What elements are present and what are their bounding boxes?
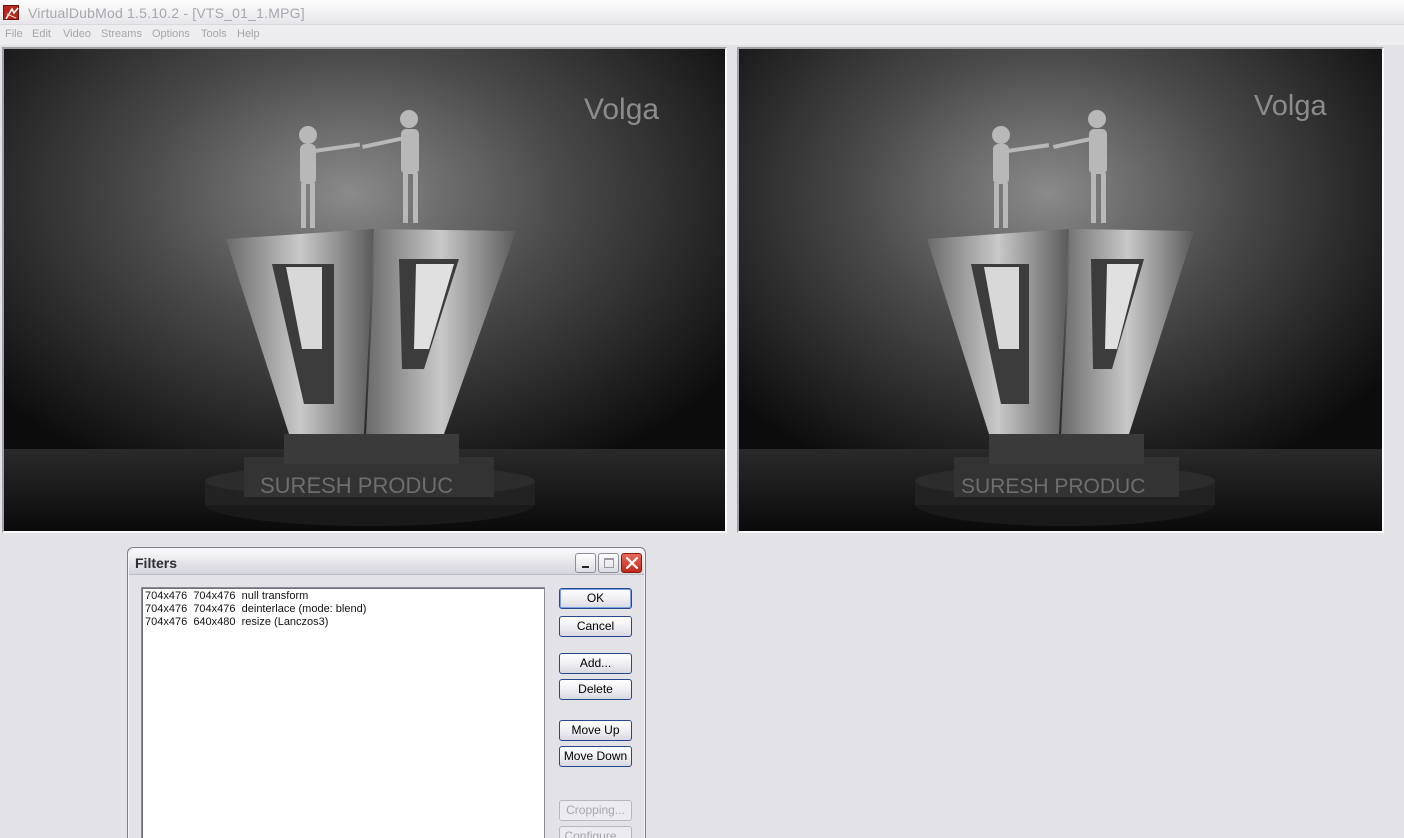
menu-bar: File Edit Video Streams Options Tools He… [0,25,1404,45]
close-button[interactable] [621,553,642,573]
menu-options[interactable]: Options [152,28,190,40]
menu-streams[interactable]: Streams [101,28,142,40]
output-video-frame: Volga SURESH PRODUC [739,49,1382,531]
filter-list-item[interactable]: 704x476 640x480 resize (Lanczos3) [145,616,541,629]
filter-list[interactable]: 704x476 704x476 null transform 704x476 7… [141,587,545,838]
maximize-icon [604,558,614,568]
output-volga-logo: Volga [1254,90,1327,122]
cropping-button[interactable]: Cropping... [559,800,632,821]
configure-button[interactable]: Configure... [559,826,632,838]
filter-list-item[interactable]: 704x476 704x476 null transform [145,590,541,603]
menu-edit[interactable]: Edit [32,28,51,40]
filters-dialog-titlebar[interactable]: Filters [129,549,644,575]
input-volga-logo: Volga [584,93,659,126]
menu-help[interactable]: Help [237,28,260,40]
maximize-button[interactable] [598,553,619,573]
filters-dialog: Filters 704x476 704x476 null transform 7… [127,547,646,838]
move-up-button[interactable]: Move Up [559,720,632,741]
add-filter-button[interactable]: Add... [559,653,632,674]
output-video-pane[interactable]: Volga SURESH PRODUC [737,47,1384,533]
minimize-button[interactable] [575,553,596,573]
input-banner-text: SURESH PRODUC [260,473,453,498]
virtualdub-app-icon[interactable] [3,5,19,20]
output-banner-text: SURESH PRODUC [961,475,1145,498]
ok-button[interactable]: OK [559,588,632,609]
menu-file[interactable]: File [5,28,23,40]
move-down-button[interactable]: Move Down [559,746,632,767]
title-bar[interactable]: VirtualDubMod 1.5.10.2 - [VTS_01_1.MPG] [0,0,1404,25]
close-icon [626,557,638,569]
filters-dialog-title: Filters [135,555,178,571]
cancel-button[interactable]: Cancel [559,616,632,637]
input-video-frame: Volga SURESH PRODUC [4,49,725,531]
menu-video[interactable]: Video [63,28,91,40]
filter-list-item[interactable]: 704x476 704x476 deinterlace (mode: blend… [145,603,541,616]
menu-tools[interactable]: Tools [201,28,227,40]
window-title: VirtualDubMod 1.5.10.2 - [VTS_01_1.MPG] [28,5,305,21]
minimize-icon [582,566,589,568]
delete-filter-button[interactable]: Delete [559,679,632,700]
input-video-pane[interactable]: Volga SURESH PRODUC [2,47,727,533]
